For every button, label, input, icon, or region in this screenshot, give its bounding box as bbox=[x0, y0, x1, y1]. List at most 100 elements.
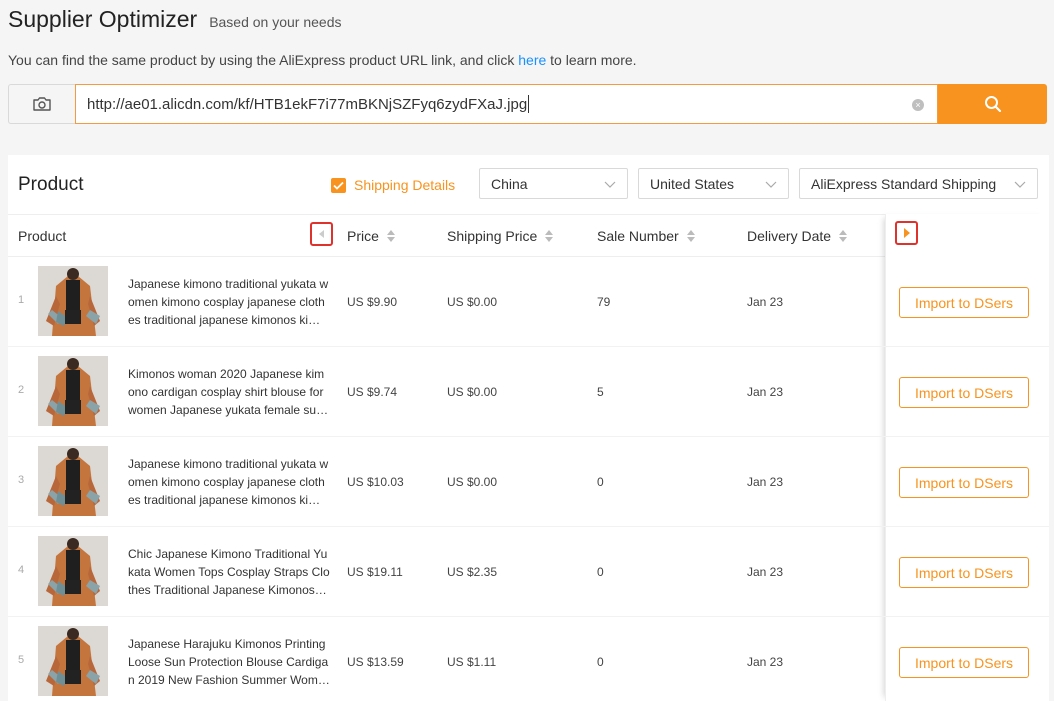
column-delivery-date-label: Delivery Date bbox=[747, 228, 832, 244]
shipping-price-cell: US $0.00 bbox=[447, 475, 498, 489]
ship-to-select[interactable]: United States bbox=[638, 168, 789, 199]
page-header: Supplier Optimizer Based on your needs bbox=[8, 6, 342, 33]
product-image bbox=[38, 446, 108, 516]
sale-number-cell: 5 bbox=[597, 385, 604, 399]
row-index: 4 bbox=[18, 564, 25, 576]
clear-icon[interactable]: × bbox=[912, 99, 924, 111]
check-icon bbox=[333, 181, 344, 190]
delivery-date-cell: Jan 23 bbox=[747, 565, 784, 579]
product-name[interactable]: Japanese Harajuku Kimonos Printing Loose… bbox=[128, 635, 330, 689]
shipping-details-label: Shipping Details bbox=[354, 177, 456, 193]
price-cell: US $10.03 bbox=[347, 475, 404, 489]
row-index: 2 bbox=[18, 384, 25, 396]
description-text: You can find the same product by using t… bbox=[8, 52, 519, 68]
row-index: 1 bbox=[18, 294, 25, 306]
import-to-dsers-button[interactable]: Import to DSers bbox=[899, 377, 1029, 408]
column-product: Product bbox=[18, 228, 66, 244]
arrow-right-icon bbox=[903, 228, 910, 238]
column-sale-number-label: Sale Number bbox=[597, 228, 679, 244]
column-shipping-price-label: Shipping Price bbox=[447, 228, 538, 244]
url-search-value: http://ae01.alicdn.com/kf/HTB1ekF7i77mBK… bbox=[87, 95, 528, 113]
shipping-details-checkbox[interactable] bbox=[331, 177, 346, 193]
chevron-down-icon bbox=[1014, 181, 1026, 188]
delivery-date-cell: Jan 23 bbox=[747, 295, 784, 309]
learn-more-link[interactable]: here bbox=[518, 52, 546, 68]
delivery-date-cell: Jan 23 bbox=[747, 655, 784, 669]
url-search-input[interactable]: http://ae01.alicdn.com/kf/HTB1ekF7i77mBK… bbox=[75, 84, 938, 124]
column-sale-number[interactable]: Sale Number bbox=[597, 228, 695, 244]
price-cell: US $9.90 bbox=[347, 295, 398, 309]
product-image bbox=[38, 356, 108, 426]
column-product-label: Product bbox=[18, 228, 67, 244]
camera-icon bbox=[33, 97, 51, 111]
import-to-dsers-button[interactable]: Import to DSers bbox=[899, 287, 1029, 318]
product-name[interactable]: Chic Japanese Kimono Traditional Yukata … bbox=[128, 545, 330, 599]
shipping-price-cell: US $0.00 bbox=[447, 295, 498, 309]
delivery-date-cell: Jan 23 bbox=[747, 385, 784, 399]
search-bar: http://ae01.alicdn.com/kf/HTB1ekF7i77mBK… bbox=[8, 84, 1047, 124]
shipping-price-cell: US $2.35 bbox=[447, 565, 498, 579]
product-image bbox=[38, 626, 108, 696]
row-index: 5 bbox=[18, 654, 25, 666]
shipping-details-toggle[interactable]: Shipping Details bbox=[331, 177, 455, 193]
image-search-button[interactable] bbox=[8, 84, 75, 124]
row-index: 3 bbox=[18, 474, 25, 486]
sale-number-cell: 0 bbox=[597, 655, 604, 669]
scroll-right-button[interactable] bbox=[895, 221, 918, 245]
search-icon bbox=[984, 96, 1001, 113]
product-image bbox=[38, 266, 108, 336]
text-caret bbox=[528, 95, 530, 113]
table-row: 1 Japanese kimono traditional yukata wom… bbox=[8, 257, 1049, 347]
column-shipping-price[interactable]: Shipping Price bbox=[447, 228, 554, 244]
product-thumbnail[interactable] bbox=[38, 626, 108, 696]
sort-icon bbox=[386, 230, 395, 242]
table-row: 5 Japanese Harajuku Kimonos Printing Loo… bbox=[8, 617, 1049, 701]
page-subtitle: Based on your needs bbox=[209, 14, 342, 30]
results-panel: Product Shipping Details China United St… bbox=[8, 155, 1049, 701]
product-image bbox=[38, 536, 108, 606]
import-to-dsers-button[interactable]: Import to DSers bbox=[899, 467, 1029, 498]
product-name[interactable]: Japanese kimono traditional yukata women… bbox=[128, 275, 330, 329]
column-delivery-date[interactable]: Delivery Date bbox=[747, 228, 848, 244]
arrow-left-icon bbox=[319, 230, 324, 238]
product-thumbnail[interactable] bbox=[38, 536, 108, 606]
ship-from-select[interactable]: China bbox=[479, 168, 628, 199]
shipping-price-cell: US $1.11 bbox=[447, 655, 497, 669]
page-description: You can find the same product by using t… bbox=[8, 52, 637, 68]
sort-icon bbox=[686, 230, 695, 242]
column-price-label: Price bbox=[347, 228, 379, 244]
delivery-date-cell: Jan 23 bbox=[747, 475, 784, 489]
price-cell: US $13.59 bbox=[347, 655, 404, 669]
sale-number-cell: 0 bbox=[597, 475, 604, 489]
chevron-down-icon bbox=[604, 181, 616, 188]
scroll-left-button[interactable] bbox=[310, 222, 333, 246]
price-cell: US $19.11 bbox=[347, 565, 403, 579]
shipping-price-cell: US $0.00 bbox=[447, 385, 498, 399]
product-thumbnail[interactable] bbox=[38, 356, 108, 426]
sort-icon bbox=[839, 230, 848, 242]
description-text-end: to learn more. bbox=[546, 52, 637, 68]
ship-from-value: China bbox=[491, 175, 528, 192]
search-button[interactable] bbox=[938, 84, 1047, 124]
chevron-down-icon bbox=[765, 181, 777, 188]
shipping-method-value: AliExpress Standard Shipping bbox=[811, 175, 997, 192]
table-row: 4 Chic Japanese Kimono Traditional Yukat… bbox=[8, 527, 1049, 617]
table-row: 2 Kimonos woman 2020 Japanese kimono car… bbox=[8, 347, 1049, 437]
column-price[interactable]: Price bbox=[347, 228, 395, 244]
price-cell: US $9.74 bbox=[347, 385, 398, 399]
table-row: 3 Japanese kimono traditional yukata wom… bbox=[8, 437, 1049, 527]
product-name[interactable]: Japanese kimono traditional yukata women… bbox=[128, 455, 330, 509]
product-thumbnail[interactable] bbox=[38, 446, 108, 516]
sale-number-cell: 79 bbox=[597, 295, 611, 309]
sale-number-cell: 0 bbox=[597, 565, 604, 579]
product-thumbnail[interactable] bbox=[38, 266, 108, 336]
page-title: Supplier Optimizer bbox=[8, 6, 198, 32]
import-to-dsers-button[interactable]: Import to DSers bbox=[899, 557, 1029, 588]
ship-to-value: United States bbox=[650, 175, 735, 192]
panel-title: Product bbox=[18, 174, 84, 195]
supplier-optimizer-page: Supplier Optimizer Based on your needs Y… bbox=[0, 0, 1054, 701]
import-to-dsers-button[interactable]: Import to DSers bbox=[899, 647, 1029, 678]
product-name[interactable]: Kimonos woman 2020 Japanese kimono cardi… bbox=[128, 365, 330, 419]
shipping-method-select[interactable]: AliExpress Standard Shipping bbox=[799, 168, 1038, 199]
sort-icon bbox=[545, 230, 554, 242]
